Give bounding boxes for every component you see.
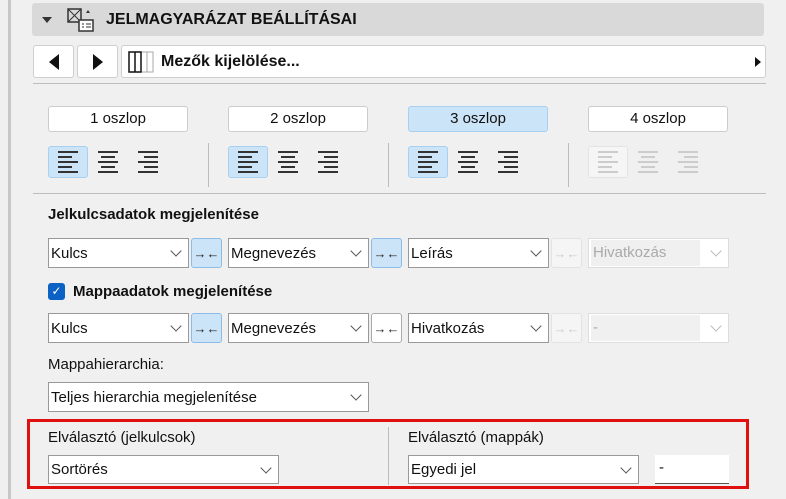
chevron-down-icon [350, 389, 362, 401]
panel-border [8, 0, 11, 499]
join-fields-toggle[interactable]: →← [371, 238, 402, 268]
divider [33, 193, 766, 194]
align-left-button[interactable] [48, 146, 88, 178]
folder-data-checkbox[interactable]: ✓ [48, 283, 65, 300]
join-icon: →← [553, 320, 580, 336]
folder-data-checkbox-row[interactable]: ✓ Mappaadatok megjelenítése [48, 283, 272, 300]
folder-field-3-select[interactable]: Hivatkozás [408, 313, 549, 343]
join-icon: →← [193, 245, 220, 261]
field-select-button[interactable]: Mezők kijelölése... [121, 45, 766, 78]
hierarchy-label: Mappahierarchia: [48, 356, 164, 373]
column-1-button[interactable]: 1 oszlop [48, 106, 188, 132]
next-button[interactable] [77, 45, 118, 78]
chevron-down-icon [710, 320, 722, 332]
join-icon: →← [553, 245, 580, 261]
align-right-button[interactable] [308, 146, 348, 178]
folder-field-4-select[interactable]: - [588, 313, 729, 343]
folder-field-2-select[interactable]: Megnevezés [228, 313, 369, 343]
folder-data-heading: Mappaadatok megjelenítése [73, 283, 273, 300]
align-center-button[interactable] [88, 146, 128, 178]
select-value: - [591, 315, 700, 341]
folder-separator-select[interactable]: Egyedi jel [408, 455, 639, 484]
chevron-down-icon [170, 245, 182, 257]
key-field-3-select[interactable]: Leírás [408, 238, 549, 268]
chevron-down-icon [530, 320, 542, 332]
align-center-button[interactable] [628, 146, 668, 178]
column-2-alignment [228, 146, 348, 178]
key-field-1-select[interactable]: Kulcs [48, 238, 189, 268]
key-separator-select[interactable]: Sortörés [48, 455, 279, 484]
join-icon: →← [373, 320, 400, 336]
chevron-down-icon [170, 320, 182, 332]
more-arrow-icon [755, 56, 761, 67]
align-right-button[interactable] [128, 146, 168, 178]
align-left-button[interactable] [228, 146, 268, 178]
key-field-2-select[interactable]: Megnevezés [228, 238, 369, 268]
join-fields-toggle[interactable]: →← [371, 313, 402, 343]
align-left-button[interactable] [588, 146, 628, 178]
field-select-label: Mezők kijelölése... [161, 52, 300, 70]
chevron-down-icon [710, 245, 722, 257]
divider [33, 83, 766, 84]
select-value: Megnevezés [231, 244, 317, 262]
align-center-button[interactable] [448, 146, 488, 178]
select-value: Kulcs [51, 244, 88, 262]
chevron-down-icon [350, 320, 362, 332]
custom-separator-input[interactable]: - [655, 455, 729, 484]
legend-settings-icon [67, 7, 94, 32]
left-arrow-icon [48, 53, 59, 70]
join-fields-toggle[interactable]: →← [191, 313, 222, 343]
input-value: - [659, 459, 664, 476]
key-separator-label: Elválasztó (jelkulcsok) [48, 429, 196, 446]
key-data-heading: Jelkulcsadatok megjelenítése [48, 206, 259, 223]
join-fields-toggle[interactable]: →← [551, 313, 582, 343]
columns-icon [128, 50, 154, 73]
section-title: JELMAGYARÁZAT BEÁLLÍTÁSAI [106, 10, 357, 28]
align-left-button[interactable] [408, 146, 448, 178]
select-value: Kulcs [51, 319, 88, 337]
align-center-button[interactable] [268, 146, 308, 178]
section-header[interactable]: JELMAGYARÁZAT BEÁLLÍTÁSAI [32, 3, 764, 36]
select-value: Sortörés [51, 461, 108, 478]
divider [388, 427, 389, 485]
chevron-down-icon [350, 245, 362, 257]
align-right-button[interactable] [668, 146, 708, 178]
align-right-button[interactable] [488, 146, 528, 178]
key-field-4-select[interactable]: Hivatkozás [588, 238, 729, 268]
chevron-down-icon [260, 462, 272, 474]
collapse-triangle-icon[interactable] [42, 16, 52, 23]
column-1-alignment [48, 146, 168, 178]
chevron-down-icon [620, 462, 632, 474]
divider [568, 143, 569, 187]
divider [388, 143, 389, 187]
prev-button[interactable] [33, 45, 74, 78]
column-2-button[interactable]: 2 oszlop [228, 106, 368, 132]
folder-separator-label: Elválasztó (mappák) [408, 429, 544, 446]
divider [208, 143, 209, 187]
hierarchy-select[interactable]: Teljes hierarchia megjelenítése [48, 382, 369, 412]
select-value: Teljes hierarchia megjelenítése [51, 388, 257, 406]
chevron-down-icon [530, 245, 542, 257]
join-fields-toggle[interactable]: →← [191, 238, 222, 268]
column-4-button[interactable]: 4 oszlop [588, 106, 728, 132]
folder-field-1-select[interactable]: Kulcs [48, 313, 189, 343]
right-arrow-icon [92, 53, 103, 70]
column-3-alignment [408, 146, 528, 178]
join-icon: →← [193, 320, 220, 336]
select-value: Leírás [411, 244, 453, 262]
column-4-alignment [588, 146, 708, 178]
select-value: Hivatkozás [411, 319, 485, 337]
select-value: Megnevezés [231, 319, 317, 337]
column-3-button[interactable]: 3 oszlop [408, 106, 548, 132]
select-value: Egyedi jel [411, 461, 477, 478]
select-value: Hivatkozás [591, 240, 700, 266]
join-icon: →← [373, 245, 400, 261]
join-fields-toggle[interactable]: →← [551, 238, 582, 268]
